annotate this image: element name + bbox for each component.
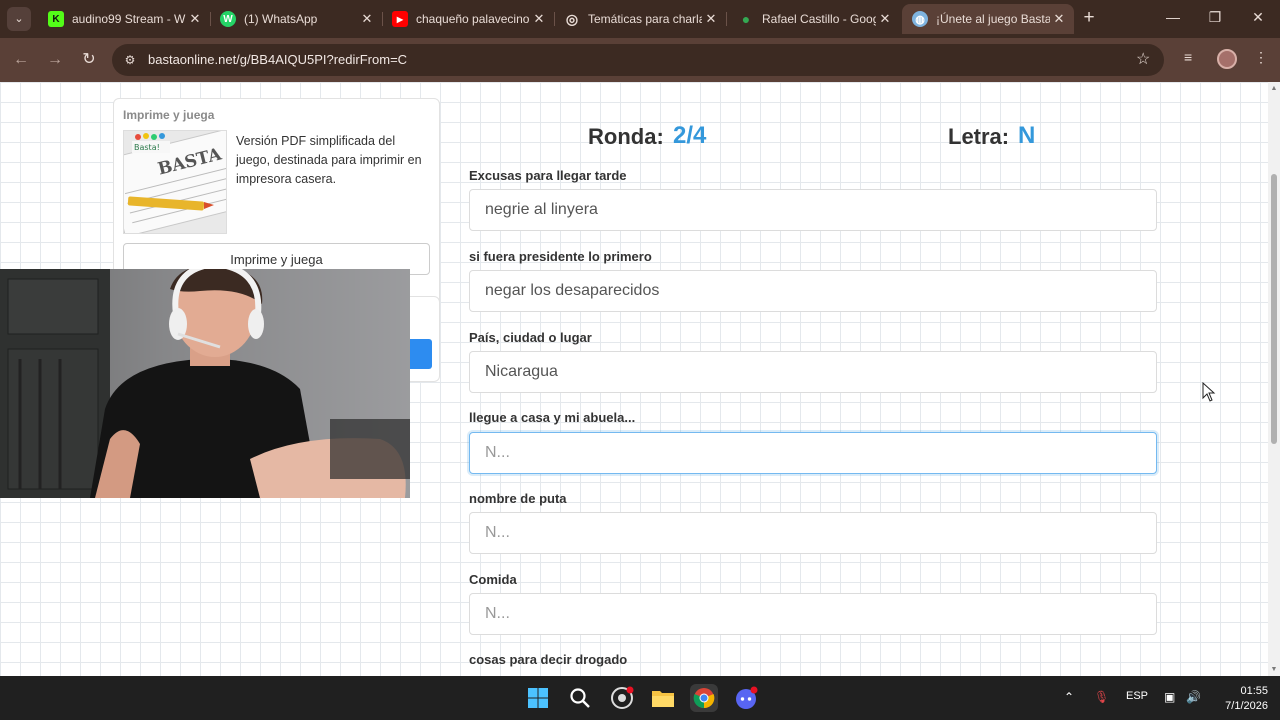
back-arrow-icon[interactable]: ← [10,49,32,71]
youtube-icon: ▶ [392,11,408,27]
clock-date: 7/1/2026 [1225,700,1268,712]
field-label-drogado: cosas para decir drogado [469,652,628,667]
print-card-description: Versión PDF simplificada del juego, dest… [236,134,422,186]
browser-tab-bar: ⌄ K audino99 Stream - W ✕ W (1) WhatsApp… [0,0,1280,38]
tab-audino99[interactable]: K audino99 Stream - W ✕ [38,4,210,34]
tab-tematicas[interactable]: ◎ Temáticas para charla ✕ [554,4,726,34]
tab-title: Rafael Castillo - Goog [762,12,876,26]
mouse-cursor-icon [1202,382,1216,402]
field-label-pais: País, ciudad o lugar [469,330,592,345]
scrollbar-thumb[interactable] [1271,174,1277,444]
tab-basta-active[interactable]: ◍ ¡Únete al juego Basta ✕ [902,4,1074,34]
tab-title: (1) WhatsApp [244,12,318,26]
bookmark-star-icon[interactable]: ☆ [1136,49,1150,69]
openai-icon: ◎ [565,10,579,27]
system-clock[interactable]: 01:55 7/1/2026 [1212,684,1268,714]
map-pin-icon: ● [741,11,751,27]
address-bar[interactable]: ⚙ bastaonline.net/g/BB4AIQU5PI?redirFrom… [112,44,1164,76]
obs-icon[interactable] [608,684,636,712]
field-input-abuela[interactable] [469,432,1157,474]
tab-title: chaqueño palavecino [416,12,530,26]
network-icon[interactable]: ▣ [1164,690,1175,704]
tab-youtube[interactable]: ▶ chaqueño palavecino ✕ [382,4,554,34]
letter-value: N [1018,122,1036,149]
language-indicator[interactable]: ESP [1126,690,1148,702]
close-icon[interactable]: ✕ [1050,11,1068,27]
page-scrollbar[interactable]: ▲ ▼ [1268,82,1280,676]
minimize-icon[interactable]: — [1163,9,1183,25]
field-input-pais[interactable] [469,351,1157,393]
whatsapp-icon: W [220,11,236,27]
restore-icon[interactable]: ❐ [1205,9,1225,26]
close-icon[interactable]: ✕ [876,11,894,27]
windows-start-icon[interactable] [524,684,552,712]
close-icon[interactable]: ✕ [186,11,204,27]
microphone-icon[interactable]: 🎙 [1094,690,1109,704]
field-input-comida[interactable] [469,593,1157,635]
browser-toolbar: ← → ↻ ⚙ bastaonline.net/g/BB4AIQU5PI?red… [0,38,1280,82]
print-card-title: Imprime y juega [123,108,215,122]
printable-sheet-thumbnail: BASTA Basta! [123,130,227,234]
field-label-excusas: Excusas para llegar tarde [469,168,627,183]
tab-separator [726,12,727,26]
reading-list-icon[interactable]: ≡ [1184,49,1192,65]
site-info-icon[interactable]: ⚙ [122,52,138,68]
kick-icon: K [48,11,64,27]
window-close-icon[interactable]: ✕ [1248,9,1268,26]
forward-arrow-icon[interactable]: → [44,49,66,71]
clock-time: 01:55 [1240,685,1268,697]
tab-title: ¡Únete al juego Basta [936,12,1050,26]
tab-search-chevron-icon[interactable]: ⌄ [7,7,31,31]
svg-text:Basta!: Basta! [134,143,160,152]
field-input-presidente[interactable] [469,270,1157,312]
field-input-nombre[interactable] [469,512,1157,554]
search-icon[interactable] [566,684,594,712]
reload-icon[interactable]: ↻ [78,49,100,71]
file-explorer-icon[interactable] [649,684,677,712]
menu-dots-icon[interactable]: ⋮ [1254,49,1268,66]
basta-icon: ◍ [912,11,928,27]
close-icon[interactable]: ✕ [358,11,376,27]
scroll-down-arrow-icon[interactable]: ▼ [1270,666,1278,673]
windows-taskbar: ⌃ 🎙 ESP ▣ 🔊 01:55 7/1/2026 [0,676,1280,720]
round-label: Ronda: [588,124,664,149]
round-value: 2/4 [673,122,707,149]
field-label-abuela: llegue a casa y mi abuela... [469,410,636,425]
scroll-up-arrow-icon[interactable]: ▲ [1270,85,1278,92]
field-label-nombre: nombre de puta [469,491,567,506]
tab-title: Temáticas para charla [588,12,702,26]
close-icon[interactable]: ✕ [530,11,548,27]
chrome-icon[interactable] [690,684,718,712]
tab-whatsapp[interactable]: W (1) WhatsApp ✕ [210,4,382,34]
webcam-overlay [0,269,410,498]
letter-label: Letra: [948,124,1010,149]
field-label-presidente: si fuera presidente lo primero [469,249,652,264]
url-text: bastaonline.net/g/BB4AIQU5PI?redirFrom=C [148,52,408,67]
close-icon[interactable]: ✕ [702,11,720,27]
field-label-comida: Comida [469,572,517,587]
tab-title: audino99 Stream - W [72,12,186,26]
tray-chevron-up-icon[interactable]: ⌃ [1064,690,1074,704]
tab-maps[interactable]: ● Rafael Castillo - Goog ✕ [728,4,900,34]
field-input-excusas[interactable] [469,189,1157,231]
new-tab-plus-icon[interactable]: + [1078,8,1100,30]
profile-avatar[interactable] [1217,49,1237,69]
volume-icon[interactable]: 🔊 [1186,690,1201,704]
discord-icon[interactable] [732,684,760,712]
